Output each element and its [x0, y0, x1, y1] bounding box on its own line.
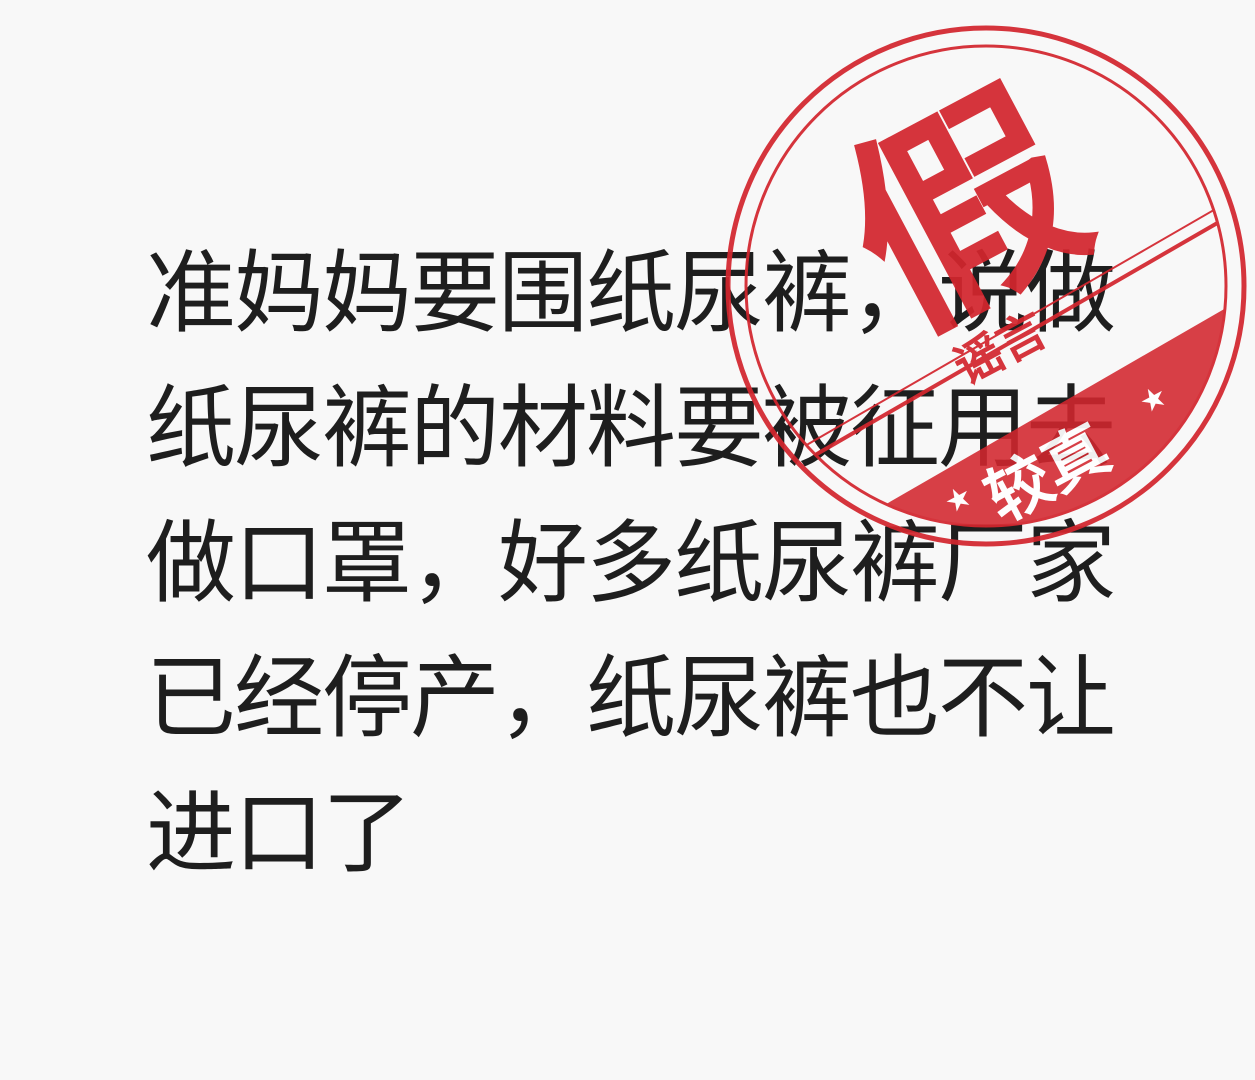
stamp-verdict-text: 假 [808, 48, 1122, 377]
rumor-card: 准妈妈要围纸尿裤，说做纸尿裤的材料要被征用去做口罩，好多纸尿裤厂家已经停产，纸尿… [0, 0, 1255, 1080]
fake-rumor-stamp-icon: 假 谣言 较真 ★ ★ [725, 25, 1247, 547]
